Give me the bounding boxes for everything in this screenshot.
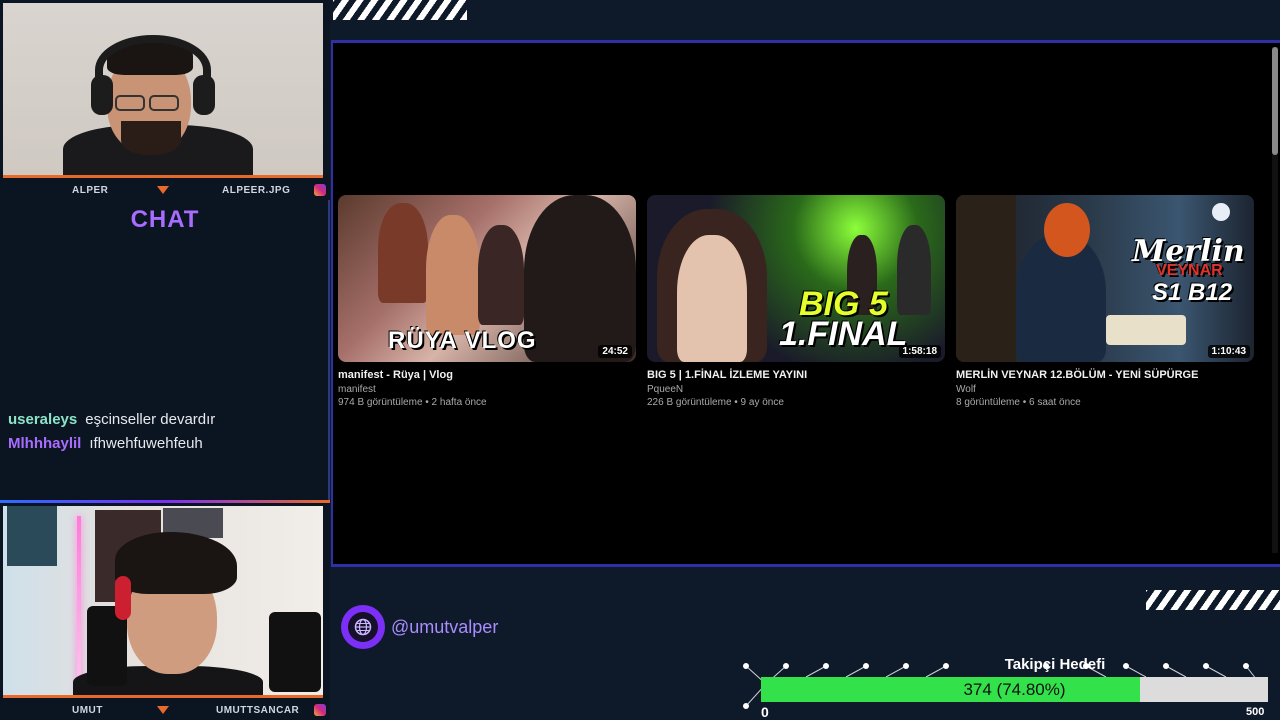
- chat-panel: CHAT useraleys eşcinseller devardır Mlhhh…: [0, 200, 330, 500]
- thumbnail-caption: 1.FINAL: [779, 315, 908, 353]
- chat-title: CHAT: [130, 206, 200, 233]
- instagram-icon: [314, 184, 326, 196]
- chat-message: Mlhhhaylil ıfhwehfuwehfeuh: [8, 435, 203, 452]
- webcam-top: ALPER ALPEER.JPG: [0, 0, 330, 200]
- video-card[interactable]: BIG 5 1.FINAL 1:58:18 BIG 5 | 1.FİNAL İZ…: [647, 195, 945, 408]
- video-meta: 226 B görüntüleme • 9 ay önce: [647, 397, 784, 408]
- video-duration: 24:52: [598, 345, 632, 358]
- instagram-icon: [314, 704, 326, 716]
- webcam-top-nameplate: ALPER ALPEER.JPG: [0, 180, 330, 200]
- follower-goal-progress-bar: 374 (74.80%): [761, 677, 1268, 702]
- video-channel[interactable]: manifest: [338, 384, 636, 395]
- chat-text: ıfhwehfuwehfeuh: [89, 435, 203, 452]
- video-card[interactable]: Merlin VEYNAR S1 B12 1:10:43 MERLİN VEYN…: [956, 195, 1254, 408]
- social-handle-text: @umutvalper: [391, 616, 499, 637]
- streamer-name: UMUT: [72, 704, 103, 716]
- chat-username: Mlhhhaylil: [8, 435, 82, 452]
- globe-icon: [341, 605, 385, 649]
- video-meta: 974 B görüntüleme • 2 hafta önce: [338, 397, 487, 408]
- video-thumbnail[interactable]: Merlin VEYNAR S1 B12 1:10:43: [956, 195, 1254, 362]
- streamer-instagram-handle: ALPEER.JPG: [222, 184, 291, 196]
- decorative-stripes: [1146, 590, 1280, 610]
- video-thumbnail[interactable]: RÜYA VLOG 24:52: [338, 195, 636, 362]
- thumbnail-caption: S1 B12: [1152, 279, 1233, 306]
- triangle-down-icon: [157, 706, 169, 714]
- video-meta: 8 görüntüleme • 6 saat önce: [956, 397, 1081, 408]
- chat-username: useraleys: [8, 411, 78, 428]
- webcam-bottom-nameplate: UMUT UMUTTSANCAR: [0, 700, 330, 720]
- scrollbar[interactable]: [1272, 47, 1278, 553]
- webcam-accent-bar: [0, 500, 330, 503]
- shared-screen: RÜYA VLOG 24:52 manifest - Rüya | Vlog m…: [331, 40, 1280, 567]
- chat-text: eşcinseller devardır: [85, 411, 216, 428]
- follower-goal-value: 374 (74.80%): [963, 680, 1066, 699]
- video-title[interactable]: manifest - Rüya | Vlog: [338, 369, 636, 381]
- webcam-bottom-video: [3, 506, 323, 698]
- streamer-instagram-handle: UMUTTSANCAR: [216, 704, 300, 716]
- follower-goal-min: 0: [761, 704, 769, 720]
- webcam-bottom: UMUT UMUTTSANCAR: [0, 500, 330, 720]
- thumbnail-caption: VEYNAR: [1156, 262, 1223, 279]
- triangle-down-icon: [157, 186, 169, 194]
- video-thumbnail[interactable]: BIG 5 1.FINAL 1:58:18: [647, 195, 945, 362]
- video-duration: 1:58:18: [898, 345, 941, 358]
- social-handle: @umutvalper: [341, 605, 498, 649]
- streamer-name: ALPER: [72, 184, 109, 196]
- decorative-stripes: [333, 0, 467, 20]
- follower-goal-label: Takipçi Hedefi: [1004, 656, 1106, 673]
- video-card[interactable]: RÜYA VLOG 24:52 manifest - Rüya | Vlog m…: [338, 195, 636, 408]
- thumbnail-caption: RÜYA VLOG: [388, 327, 537, 354]
- video-channel[interactable]: PqueeN: [647, 384, 945, 395]
- follower-goal-max: 500: [1246, 706, 1265, 718]
- webcam-top-video: [3, 3, 323, 178]
- video-duration: 1:10:43: [1207, 345, 1250, 358]
- scrollbar-thumb[interactable]: [1272, 47, 1278, 155]
- video-title[interactable]: BIG 5 | 1.FİNAL İZLEME YAYINI: [647, 369, 945, 381]
- chat-message: useraleys eşcinseller devardır: [8, 411, 215, 428]
- video-title[interactable]: MERLİN VEYNAR 12.BÖLÜM - YENİ SÜPÜRGE: [956, 369, 1254, 381]
- video-channel[interactable]: Wolf: [956, 384, 1254, 395]
